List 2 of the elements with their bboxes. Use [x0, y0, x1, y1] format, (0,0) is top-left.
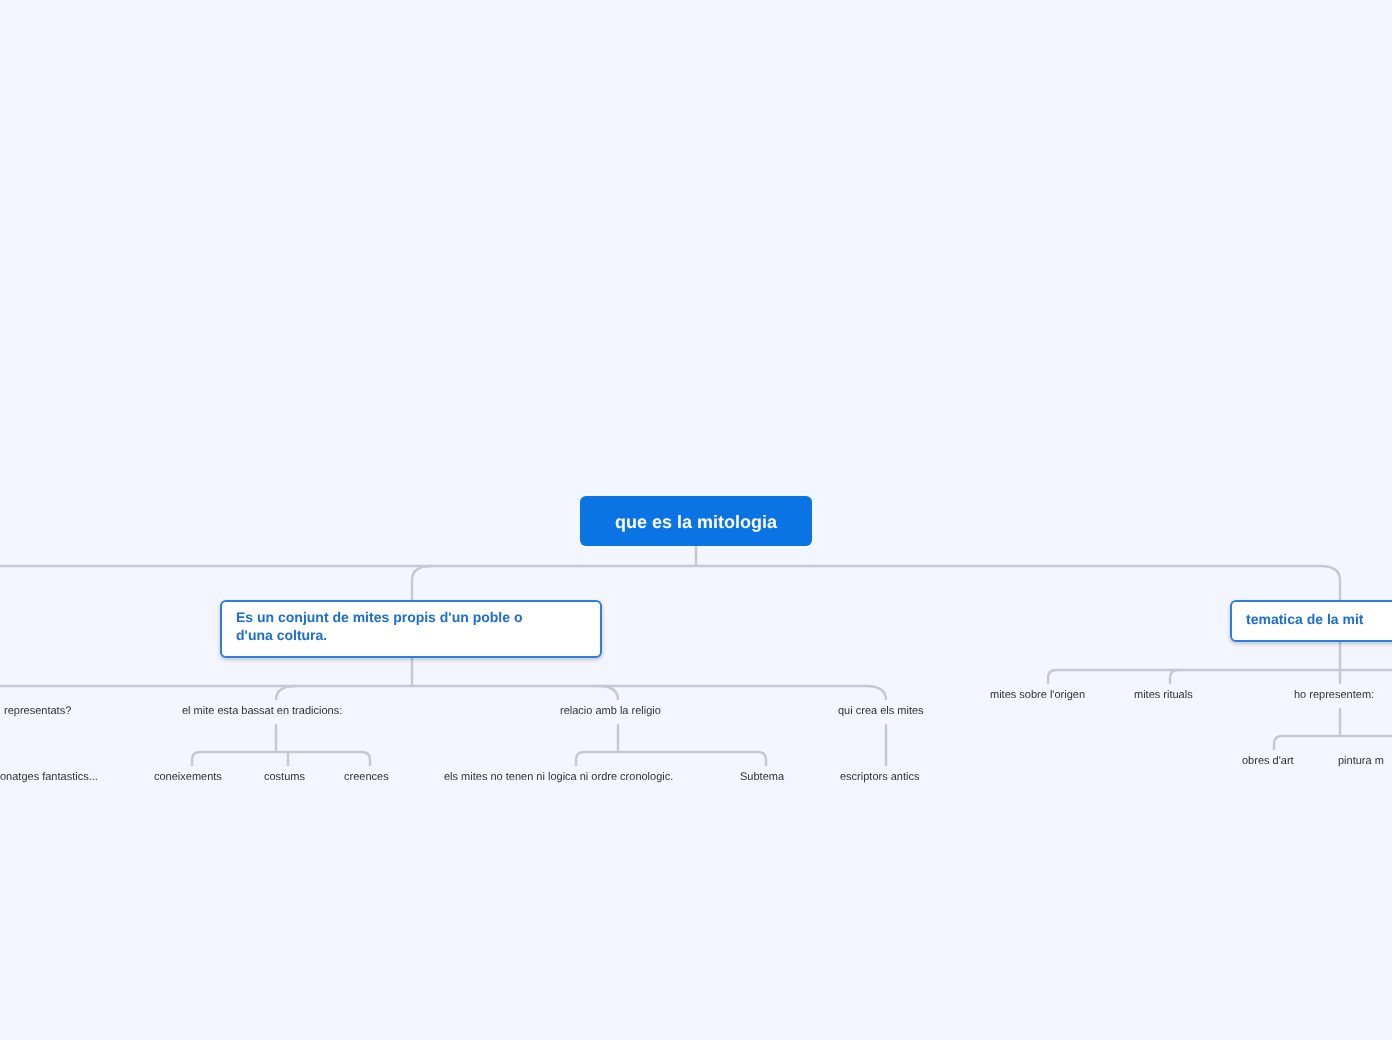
- connector-line: [884, 724, 888, 766]
- central-topic: que es la mitologia: [580, 496, 812, 546]
